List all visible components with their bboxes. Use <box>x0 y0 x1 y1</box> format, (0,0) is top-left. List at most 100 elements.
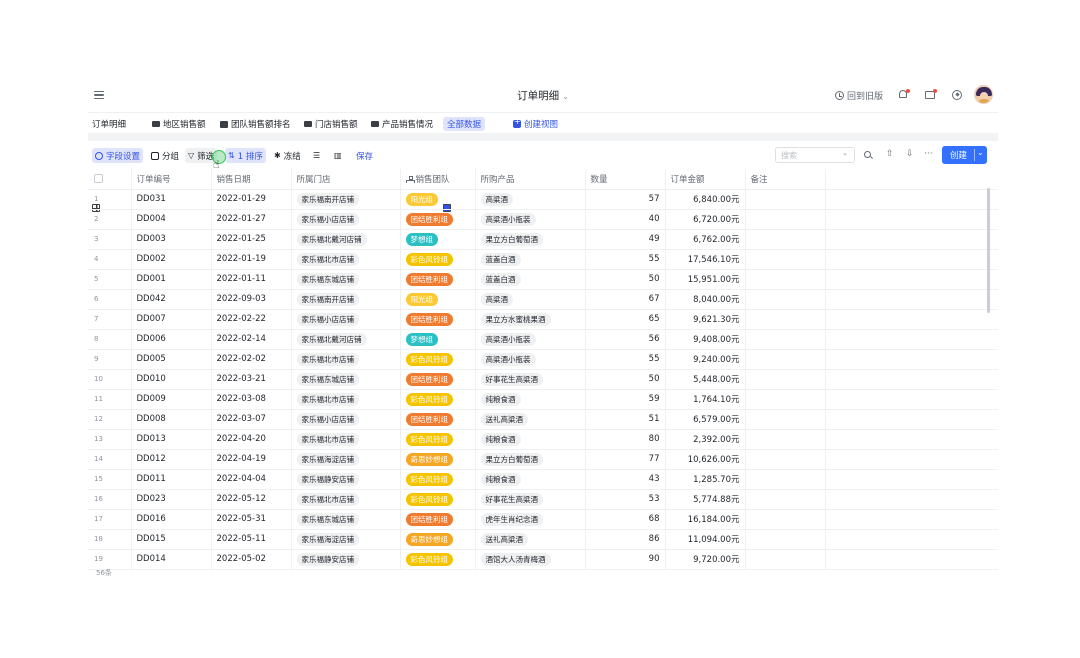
store-cell[interactable]: 家乐福北戴河店铺 <box>291 329 401 350</box>
team-cell[interactable]: 彩色风铃组 <box>400 489 476 510</box>
order-id-cell[interactable]: DD014 <box>131 549 212 570</box>
avatar[interactable] <box>974 85 993 104</box>
sale-date-cell[interactable]: 2022-02-22 <box>211 309 292 330</box>
product-cell[interactable]: 高粱酒 <box>475 189 586 210</box>
team-cell[interactable]: 彩色风铃组 <box>400 429 476 450</box>
note-cell[interactable] <box>745 389 826 410</box>
store-cell[interactable]: 家乐福北市店铺 <box>291 249 401 270</box>
empty-cell[interactable] <box>825 289 998 310</box>
tab-region-sales[interactable]: 地区销售额 <box>152 117 206 131</box>
table-row[interactable]: 9 DD005 2022-02-02 家乐福北市店铺 彩色风铃组 高粱酒小瓶装 55 9,24… <box>88 349 998 370</box>
sale-date-cell[interactable]: 2022-04-20 <box>211 429 292 450</box>
note-cell[interactable] <box>745 509 826 530</box>
table-row[interactable]: 10 DD010 2022-03-21 家乐福东城店铺 团结胜利组 好事花生高粱酒 50 5,… <box>88 369 998 390</box>
table-row[interactable]: 11 DD009 2022-03-08 家乐福北市店铺 彩色风铃组 纯粮食酒 59 1,764… <box>88 389 998 410</box>
amount-cell[interactable]: 9,408.00元 <box>665 329 746 350</box>
order-id-cell[interactable]: DD004 <box>131 209 212 230</box>
quantity-cell[interactable]: 90 <box>585 549 666 570</box>
row-number[interactable]: 12 <box>88 409 132 430</box>
team-cell[interactable]: 团结胜利组 <box>400 209 476 230</box>
column-header[interactable]: 所属门店 <box>291 169 401 190</box>
table-row[interactable]: 14 DD012 2022-04-19 家乐福海淀店铺 奇思妙想组 果立方白葡萄酒 77 10… <box>88 449 998 470</box>
quantity-cell[interactable]: 56 <box>585 329 666 350</box>
row-number[interactable]: 9 <box>88 349 132 370</box>
quantity-cell[interactable]: 77 <box>585 449 666 470</box>
amount-cell[interactable]: 9,240.00元 <box>665 349 746 370</box>
quantity-cell[interactable]: 51 <box>585 409 666 430</box>
amount-cell[interactable]: 6,579.00元 <box>665 409 746 430</box>
table-row[interactable]: 8 DD006 2022-02-14 家乐福北戴河店铺 梦想组 高粱酒小瓶装 56 9,408… <box>88 329 998 350</box>
product-cell[interactable]: 纯粮食酒 <box>475 429 586 450</box>
note-cell[interactable] <box>745 469 826 490</box>
table-row[interactable]: 13 DD013 2022-04-20 家乐福北市店铺 彩色风铃组 纯粮食酒 80 2,392… <box>88 429 998 450</box>
team-cell[interactable]: 奇思妙想组 <box>400 449 476 470</box>
product-cell[interactable]: 果立方白葡萄酒 <box>475 449 586 470</box>
amount-cell[interactable]: 6,720.00元 <box>665 209 746 230</box>
row-number[interactable]: 15 <box>88 469 132 490</box>
product-cell[interactable]: 蓝盖白酒 <box>475 269 586 290</box>
quantity-cell[interactable]: 68 <box>585 509 666 530</box>
product-cell[interactable]: 高粱酒小瓶装 <box>475 329 586 350</box>
team-cell[interactable]: 团结胜利组 <box>400 369 476 390</box>
empty-cell[interactable] <box>825 189 998 210</box>
sale-date-cell[interactable]: 2022-01-27 <box>211 209 292 230</box>
amount-cell[interactable]: 17,546.10元 <box>665 249 746 270</box>
team-cell[interactable]: 团结胜利组 <box>400 409 476 430</box>
back-to-old-version-button[interactable]: 回到旧版 <box>835 89 883 102</box>
team-cell[interactable]: 阳光组 <box>400 189 476 210</box>
team-cell[interactable]: 彩色风铃组 <box>400 249 476 270</box>
tab-product-sales[interactable]: 产品销售情况 <box>371 117 433 131</box>
amount-cell[interactable]: 15,951.00元 <box>665 269 746 290</box>
product-cell[interactable]: 果立方水蜜桃果酒 <box>475 309 586 330</box>
store-cell[interactable]: 家乐福海淀店铺 <box>291 449 401 470</box>
row-number[interactable]: 5 <box>88 269 132 290</box>
note-cell[interactable] <box>745 329 826 350</box>
quantity-cell[interactable]: 55 <box>585 249 666 270</box>
amount-cell[interactable]: 6,762.00元 <box>665 229 746 250</box>
empty-cell[interactable] <box>825 529 998 550</box>
table-row[interactable]: 4 DD002 2022-01-19 家乐福北市店铺 彩色风铃组 蓝盖白酒 55 17,546… <box>88 249 998 270</box>
search-input[interactable]: 搜索 ⌄ <box>775 147 855 163</box>
team-cell[interactable]: 团结胜利组 <box>400 269 476 290</box>
product-cell[interactable]: 酒馆大人汤青梅酒 <box>475 549 586 570</box>
store-cell[interactable]: 家乐福小店店铺 <box>291 309 401 330</box>
store-cell[interactable]: 家乐福静安店铺 <box>291 549 401 570</box>
select-all-cell[interactable] <box>88 169 132 190</box>
tab-store-sales[interactable]: 门店销售额 <box>304 117 358 131</box>
note-cell[interactable] <box>745 349 826 370</box>
amount-cell[interactable]: 10,626.00元 <box>665 449 746 470</box>
sale-date-cell[interactable]: 2022-03-21 <box>211 369 292 390</box>
search-icon[interactable] <box>864 151 871 158</box>
amount-cell[interactable]: 8,040.00元 <box>665 289 746 310</box>
product-cell[interactable]: 送礼高粱酒 <box>475 409 586 430</box>
quantity-cell[interactable]: 50 <box>585 269 666 290</box>
amount-cell[interactable]: 2,392.00元 <box>665 429 746 450</box>
order-id-cell[interactable]: DD002 <box>131 249 212 270</box>
store-cell[interactable]: 家乐福北市店铺 <box>291 389 401 410</box>
row-number[interactable]: 10 <box>88 369 132 390</box>
sort-button[interactable]: ⇅ 1 排序 <box>225 148 266 163</box>
row-number[interactable]: 16 <box>88 489 132 510</box>
order-id-cell[interactable]: DD007 <box>131 309 212 330</box>
row-number[interactable]: 7 <box>88 309 132 330</box>
empty-cell[interactable] <box>825 469 998 490</box>
amount-cell[interactable]: 1,764.10元 <box>665 389 746 410</box>
note-cell[interactable] <box>745 409 826 430</box>
table-row[interactable]: 17 DD016 2022-05-31 家乐福东城店铺 团结胜利组 虎年生肖纪念酒 68 16… <box>88 509 998 530</box>
quantity-cell[interactable]: 55 <box>585 349 666 370</box>
product-cell[interactable]: 虎年生肖纪念酒 <box>475 509 586 530</box>
team-cell[interactable]: 梦想组 <box>400 229 476 250</box>
note-cell[interactable] <box>745 429 826 450</box>
sale-date-cell[interactable]: 2022-03-08 <box>211 389 292 410</box>
amount-cell[interactable]: 9,720.00元 <box>665 549 746 570</box>
order-id-cell[interactable]: DD008 <box>131 409 212 430</box>
vertical-scrollbar[interactable] <box>987 188 990 313</box>
sale-date-cell[interactable]: 2022-04-19 <box>211 449 292 470</box>
empty-cell[interactable] <box>825 229 998 250</box>
table-row[interactable]: 15 DD011 2022-04-04 家乐福静安店铺 彩色风铃组 纯粮食酒 43 1,285… <box>88 469 998 490</box>
upload-icon[interactable]: ⇧ <box>886 149 894 159</box>
table-row[interactable]: 18 DD015 2022-05-11 家乐福海淀店铺 奇思妙想组 送礼高粱酒 86 11,0… <box>88 529 998 550</box>
table-row[interactable]: 19 DD014 2022-05-02 家乐福静安店铺 彩色风铃组 酒馆大人汤青梅酒 90 9… <box>88 549 998 570</box>
amount-cell[interactable]: 9,621.30元 <box>665 309 746 330</box>
quantity-cell[interactable]: 50 <box>585 369 666 390</box>
